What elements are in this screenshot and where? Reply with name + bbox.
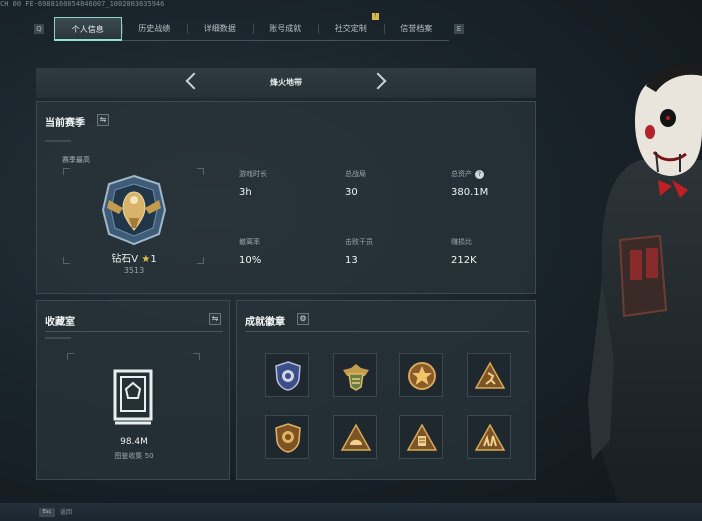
tab-notification-badge: ! (372, 13, 379, 20)
star-medal-badge-icon (408, 362, 436, 390)
stat-total-assets-label: 总资产 (451, 170, 472, 178)
stat-extraction-rate: 撤离率 10% (239, 238, 262, 266)
rank-star-level: 1 (150, 254, 157, 265)
tab-bar: Q 个人信息 历史战绩 详细数据 账号成就 社交定制 信誉档案 ! E (34, 13, 468, 43)
tab-reputation-profile[interactable]: 信誉档案 (383, 17, 449, 41)
achievement-badges-panel: 成就徽章 ⚙ (236, 300, 536, 480)
gear-icon[interactable]: ⚙ (297, 313, 309, 325)
rank-score: 3513 (123, 266, 145, 275)
rank-name: 钻石V ★1 (97, 250, 171, 265)
collection-title: 收藏室 (45, 317, 75, 328)
panel-corner-mark-icon: ◦◦◦ (515, 286, 525, 292)
stat-play-time: 游戏时长 3h (239, 170, 267, 198)
season-title-decoration (45, 140, 71, 142)
stat-profit-loss-ratio: 赚损比 212K (451, 238, 477, 266)
mode-title: 烽火地带 (270, 78, 302, 87)
star-icon: ★ (141, 254, 151, 265)
tab-personal-info[interactable]: 个人信息 (54, 17, 122, 41)
stat-operators-killed: 击败干员 13 (345, 238, 373, 266)
eagle-rank-emblem-icon (101, 174, 167, 246)
top-id-text: CH 00 FE-6988160054846007_1002003635946 (0, 0, 165, 8)
collection-room-panel: 收藏室 ⇋ 98.4M 图鉴收集 50 (36, 300, 230, 480)
tab-history-record[interactable]: 历史战绩 (121, 17, 187, 41)
tab-next-key[interactable]: E (454, 24, 464, 34)
frame-corner-icon (67, 353, 74, 360)
badge-slot[interactable] (467, 353, 511, 397)
character-portrait (588, 63, 702, 510)
helmet-triangle-badge-icon (341, 423, 371, 451)
tab-account-achievements[interactable]: 账号成就 (252, 17, 318, 41)
badge-slot[interactable] (333, 415, 377, 459)
frame-corner-icon (193, 353, 200, 360)
back-label[interactable]: 返回 (60, 508, 72, 517)
achievements-divider (245, 331, 529, 332)
collection-divider (45, 331, 223, 332)
badge-slot[interactable] (399, 353, 443, 397)
mode-selector: 烽火地带 (36, 68, 536, 98)
collection-count: 50 (144, 452, 154, 460)
footer-bar: Esc 返回 (0, 503, 702, 521)
vault-icon[interactable] (113, 369, 153, 429)
tab-list: 个人信息 历史战绩 详细数据 账号成就 社交定制 信誉档案 (54, 17, 449, 41)
tab-prev-key[interactable]: Q (34, 24, 44, 34)
season-best-label: 赛季最高 (62, 156, 90, 164)
collection-count-label: 图鉴收集 (114, 452, 143, 460)
soldiers-triangle-badge-icon (475, 423, 505, 451)
frame-corner-icon (63, 168, 70, 175)
rank-tier: 钻石V (111, 254, 139, 265)
tab-social-customization[interactable]: 社交定制 (318, 17, 384, 41)
stat-total-matches: 总战局 30 (345, 170, 366, 198)
achievements-title: 成就徽章 (245, 317, 285, 328)
back-key[interactable]: Esc (39, 508, 55, 517)
runner-triangle-badge-icon (475, 361, 505, 389)
swap-icon[interactable]: ⇋ (97, 114, 109, 126)
frame-corner-icon (63, 257, 70, 264)
building-triangle-badge-icon (407, 423, 437, 451)
badge-slot[interactable] (265, 353, 309, 397)
frame-corner-icon (197, 168, 204, 175)
current-season-panel: 当前赛季 ⇋ 赛季最高 钻石V ★1 3513 游戏时长 3h 总战局 30 总… (36, 101, 536, 294)
collection-value: 98.4M (120, 437, 148, 447)
badge-slot[interactable] (333, 353, 377, 397)
collection-count-row: 图鉴收集 50 (37, 451, 231, 461)
swap-icon[interactable]: ⇋ (209, 313, 221, 325)
season-title: 当前赛季 (45, 118, 85, 129)
frame-corner-icon (197, 257, 204, 264)
lion-shield-badge-icon (275, 423, 301, 453)
winged-crest-badge-icon (343, 364, 369, 391)
tab-detailed-data[interactable]: 详细数据 (187, 17, 253, 41)
badge-slot[interactable] (399, 415, 443, 459)
help-icon[interactable]: ? (475, 170, 484, 179)
police-shield-badge-icon (275, 361, 301, 391)
collection-title-decoration (45, 337, 71, 339)
badge-slot[interactable] (467, 415, 511, 459)
badge-slot[interactable] (265, 415, 309, 459)
stat-total-assets: 总资产? 380.1M (451, 170, 489, 198)
